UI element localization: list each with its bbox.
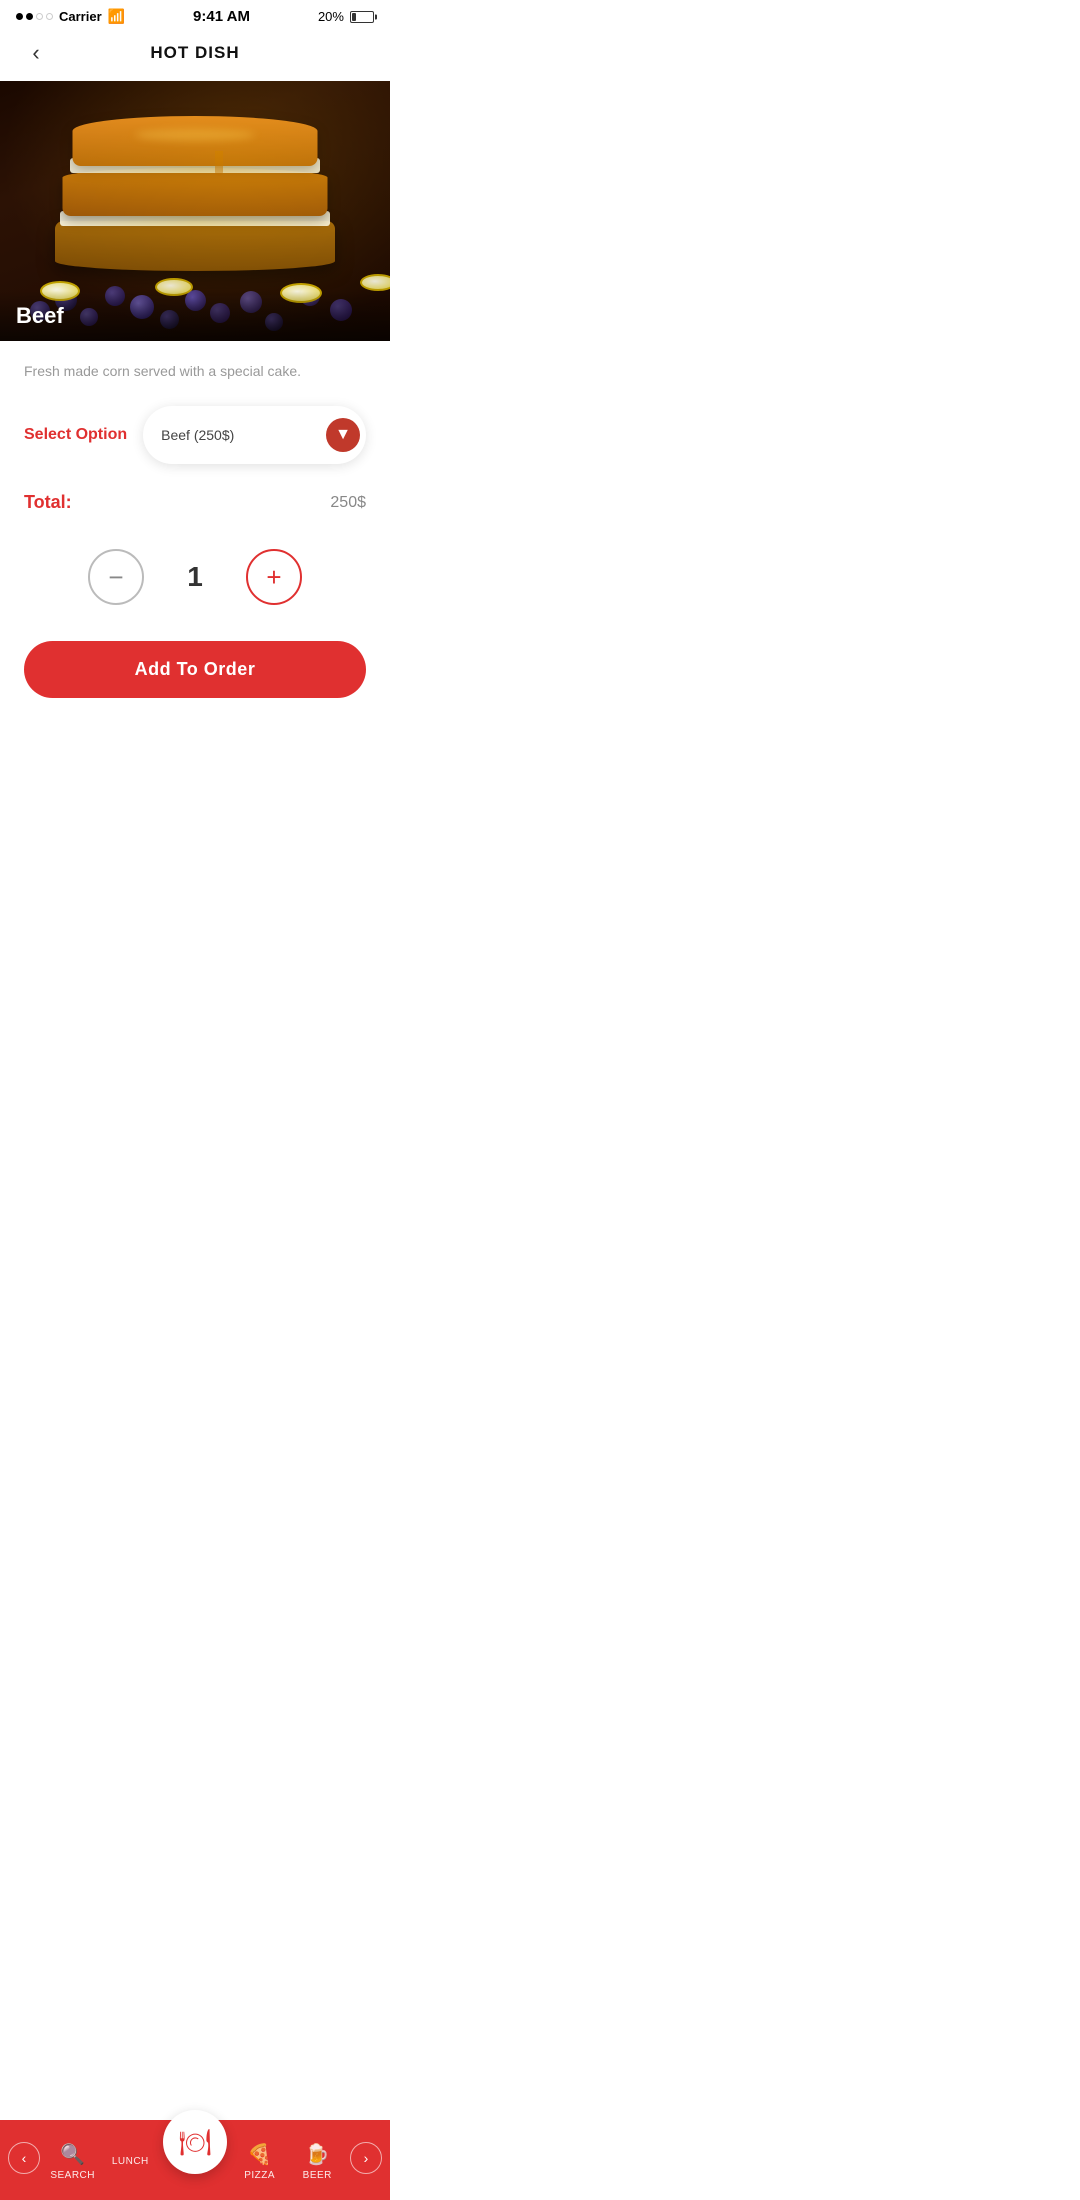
- status-time: 9:41 AM: [193, 8, 250, 25]
- option-dropdown[interactable]: Beef (250$) ▼: [143, 406, 366, 464]
- signal-icon: [16, 13, 53, 20]
- search-icon: 🔍: [60, 2142, 85, 2167]
- dish-name: Beef: [16, 303, 64, 328]
- select-option-label: Select Option: [24, 426, 127, 444]
- nav-center-button[interactable]: 🍽: [163, 2110, 227, 2174]
- pizza-icon: 🍕: [247, 2142, 272, 2167]
- next-arrow-icon: ›: [364, 2150, 369, 2166]
- status-left: Carrier 📶: [16, 8, 125, 25]
- prev-arrow-icon: ‹: [22, 2150, 27, 2166]
- chevron-down-icon: ▼: [335, 426, 351, 444]
- total-value: 250$: [330, 494, 366, 512]
- signal-dot-3: [36, 13, 43, 20]
- quantity-increase-button[interactable]: +: [246, 549, 302, 605]
- bottom-navigation: ‹ 🔍 SEARCH LUNCH 🍽 🍕 PIZZA 🍺 BEER ›: [0, 2120, 390, 2200]
- lunch-label: LUNCH: [112, 2156, 149, 2167]
- wifi-icon: 📶: [108, 8, 125, 25]
- signal-dot-4: [46, 13, 53, 20]
- nav-item-beer[interactable]: 🍺 BEER: [292, 2132, 342, 2181]
- dropdown-arrow-button[interactable]: ▼: [326, 418, 360, 452]
- add-to-order-label: Add To Order: [135, 659, 256, 679]
- battery-body: [350, 11, 374, 23]
- quantity-decrease-button[interactable]: −: [88, 549, 144, 605]
- total-label: Total:: [24, 492, 72, 513]
- nav-item-lunch[interactable]: LUNCH: [105, 2146, 155, 2167]
- signal-dot-2: [26, 13, 33, 20]
- battery-fill: [352, 13, 356, 21]
- plus-icon: +: [266, 564, 281, 590]
- total-row: Total: 250$: [24, 492, 366, 513]
- dish-name-overlay: Beef: [0, 291, 390, 341]
- signal-dot-1: [16, 13, 23, 20]
- content-area: Fresh made corn served with a special ca…: [0, 341, 390, 838]
- search-label: SEARCH: [50, 2170, 95, 2181]
- header: ‹ HOT DISH: [0, 29, 390, 81]
- quantity-row: − 1 +: [24, 549, 366, 605]
- status-right: 20%: [318, 9, 374, 24]
- nav-prev-button[interactable]: ‹: [8, 2142, 40, 2174]
- beer-icon: 🍺: [305, 2142, 330, 2167]
- nav-item-search[interactable]: 🔍 SEARCH: [48, 2132, 98, 2181]
- bottom-spacer: [24, 718, 366, 818]
- battery-icon: [350, 11, 374, 23]
- pizza-label: PIZZA: [244, 2170, 275, 2181]
- nav-next-button[interactable]: ›: [350, 2142, 382, 2174]
- dropdown-current-value: Beef (250$): [161, 427, 234, 443]
- beer-label: BEER: [303, 2170, 332, 2181]
- add-to-order-button[interactable]: Add To Order: [24, 641, 366, 698]
- status-bar: Carrier 📶 9:41 AM 20%: [0, 0, 390, 29]
- minus-icon: −: [108, 564, 123, 590]
- cloche-icon: 🍽: [178, 2127, 211, 2158]
- dish-hero-image: Beef: [0, 81, 390, 341]
- back-chevron-icon: ‹: [32, 42, 39, 64]
- select-option-row: Select Option Beef (250$) ▼: [24, 406, 366, 464]
- dish-description: Fresh made corn served with a special ca…: [24, 361, 366, 382]
- quantity-value: 1: [180, 561, 210, 593]
- nav-item-pizza[interactable]: 🍕 PIZZA: [235, 2132, 285, 2181]
- page-title: HOT DISH: [52, 43, 338, 63]
- back-button[interactable]: ‹: [20, 37, 52, 69]
- battery-percent: 20%: [318, 9, 344, 24]
- carrier-label: Carrier: [59, 9, 102, 24]
